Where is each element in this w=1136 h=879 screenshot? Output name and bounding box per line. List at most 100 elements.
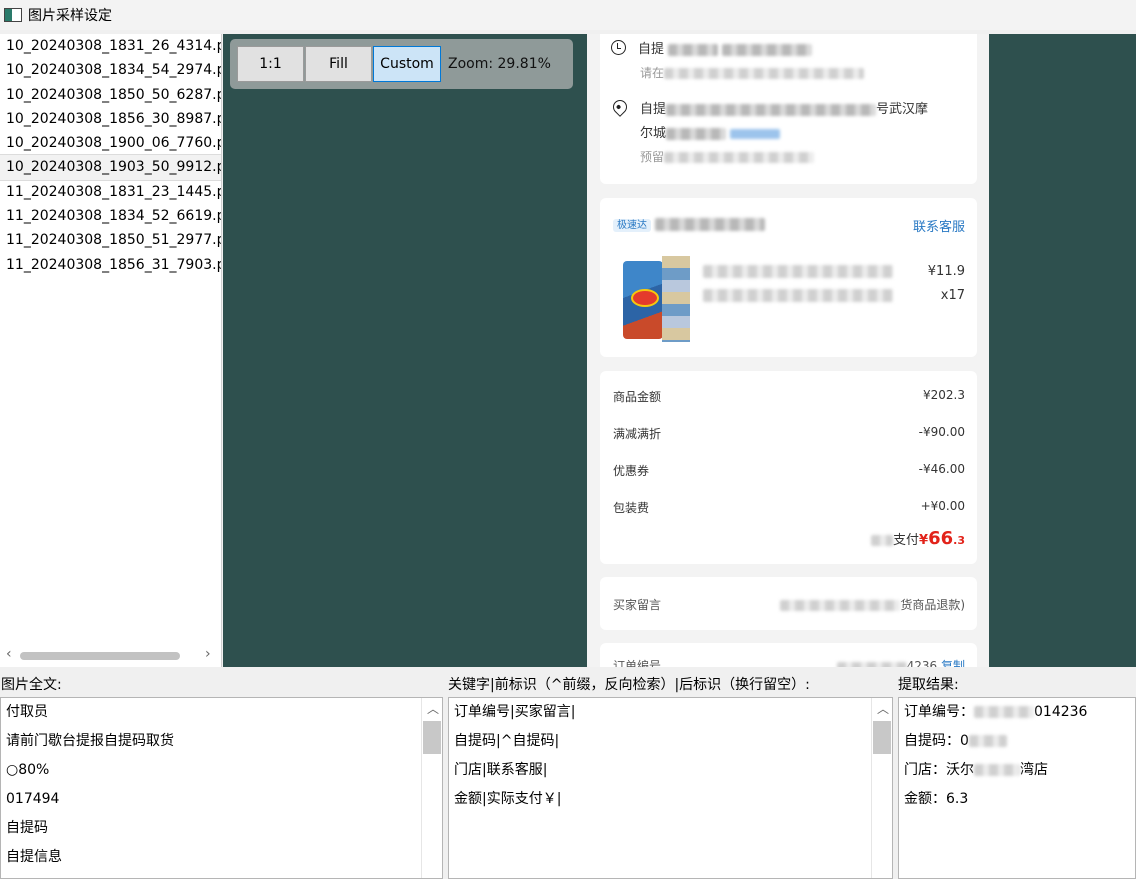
fee-label: 包装费 [613, 501, 650, 515]
fulltext-line: 自提信息 [6, 849, 62, 865]
fulltext-line: 请前门歇台提报自提码取货 [6, 733, 174, 749]
blurred-text [780, 600, 901, 611]
buyer-note-label: 买家留言 [613, 598, 662, 612]
fee-value: +¥0.00 [920, 499, 965, 513]
fulltext-line: 017494 [6, 791, 60, 807]
copy-link[interactable]: 复制 [941, 659, 965, 667]
blurred-product-name [703, 289, 893, 302]
scrollbar-thumb[interactable] [873, 721, 891, 754]
scrollbar-thumb[interactable] [20, 652, 180, 660]
result-store: 门店：沃尔 湾店 [904, 762, 1048, 778]
delivery-tag: 极速达 [613, 219, 651, 232]
keyword-rule-line: 订单编号|买家留言| [454, 704, 576, 720]
results-label: 提取结果: [898, 677, 959, 693]
file-list-item[interactable]: 11_20240308_1831_23_1445.p [0, 180, 221, 204]
fee-row: 优惠券 -¥46.00 [613, 462, 965, 479]
fee-row: 满减满折 -¥90.00 [613, 425, 965, 442]
zoom-level-label: Zoom: 29.81% [448, 56, 551, 72]
result-order-number: 订单编号： 014236 [904, 704, 1088, 720]
product-image [623, 261, 663, 339]
blurred-text [968, 735, 1007, 747]
product-card: 极速达 联系客服 ¥11.9 x17 [600, 198, 977, 357]
fulltext-line: 付取员 [6, 704, 48, 720]
blurred-text [668, 43, 719, 56]
file-list-item[interactable]: 10_20240308_1831_26_4314.p [0, 34, 221, 58]
keywords-textbox[interactable]: 订单编号|买家留言| 自提码|^自提码| 门店|联系客服| 金额|实际支付￥| ︿ [448, 697, 893, 879]
keywords-label: 关键字|前标识（^前缀，反向检索）|后标识（换行留空）: [448, 677, 810, 693]
pixelated-area [662, 256, 690, 342]
reserve-label: 预留 [640, 150, 665, 164]
zoom-custom-button[interactable]: Custom [373, 46, 441, 82]
fulltext-line: ○80% [6, 762, 50, 778]
result-amount: 金额：6.3 [904, 791, 969, 807]
fee-value: -¥46.00 [918, 462, 965, 476]
buyer-note-value: 货商品退款) [900, 598, 965, 612]
blurred-text [664, 152, 815, 163]
keywords-scrollbar[interactable]: ︿ [871, 698, 892, 878]
file-list-item[interactable]: 10_20240308_1903_50_9912.p [0, 154, 221, 181]
fee-card: 商品金额 ¥202.3 满减满折 -¥90.00 优惠券 -¥46.00 包装费 +¥0.00… [600, 371, 977, 564]
fee-label: 商品金额 [613, 390, 662, 404]
item-quantity: x17 [940, 288, 965, 303]
fulltext-scrollbar[interactable]: ︿ [421, 698, 442, 878]
zoom-1-1-button[interactable]: 1:1 [237, 46, 304, 82]
blurred-text [974, 706, 1034, 718]
fee-row: 商品金额 ¥202.3 [613, 388, 965, 405]
keyword-rule-line: 金额|实际支付￥| [454, 791, 562, 807]
blurred-text [836, 661, 907, 667]
blurred-text [664, 68, 865, 79]
image-viewer[interactable]: 1:1 Fill Custom Zoom: 29.81% 自提 请在 自提 号武汉… [223, 34, 1136, 667]
fulltext-textbox[interactable]: 付取员请前门歇台提报自提码取货 ○80% 017494 自提码自提信息自提流程 ︿ [0, 697, 443, 879]
file-list-item[interactable]: 10_20240308_1856_30_8987.p [0, 107, 221, 131]
blurred-text [974, 764, 1020, 776]
fee-value: -¥90.00 [918, 425, 965, 439]
scroll-up-icon[interactable]: ︿ [427, 700, 439, 717]
fee-value: ¥202.3 [923, 388, 965, 402]
fee-label: 满减满折 [613, 427, 662, 441]
blurred-text [871, 535, 894, 546]
order-number-label: 订单编号 [613, 659, 662, 667]
order-number-value: 4236 [906, 659, 938, 667]
scroll-up-icon[interactable]: ︿ [877, 700, 889, 717]
file-list-horizontal-scrollbar[interactable]: ‹ › [0, 643, 221, 667]
scroll-left-icon[interactable]: ‹ [6, 646, 12, 662]
fulltext-line: 自提流程 [1, 872, 442, 878]
blurred-text [666, 103, 877, 116]
title-bar: 图片采样设定 [0, 0, 1136, 30]
file-list-item[interactable]: 11_20240308_1834_52_6619.p [0, 204, 221, 228]
scrollbar-thumb[interactable] [423, 721, 441, 754]
zoom-toolbar: 1:1 Fill Custom Zoom: 29.81% [230, 39, 573, 89]
keyword-rule-line: 自提码|^自提码| [454, 733, 560, 749]
paid-amount: ¥66.3 [919, 528, 965, 549]
result-pickup-code: 自提码：0 [899, 727, 1135, 756]
item-price: ¥11.9 [927, 264, 965, 279]
paid-label: 支付 [893, 533, 920, 548]
file-list-item[interactable]: 10_20240308_1834_54_2974.p [0, 58, 221, 82]
blurred-text [666, 127, 727, 140]
pickup-card: 自提 请在 自提 号武汉摩 尔城 预留 [600, 34, 977, 184]
app-icon [4, 8, 22, 22]
blurred-product-name [703, 265, 893, 278]
file-list-item[interactable]: 11_20240308_1856_31_7903.p [0, 253, 221, 277]
results-textbox[interactable]: 订单编号： 014236 自提码：0 门店：沃尔 湾店 金额：6.3 [898, 697, 1136, 879]
blurred-text [722, 43, 813, 56]
zoom-fill-button[interactable]: Fill [305, 46, 372, 82]
file-list-item[interactable]: 10_20240308_1900_06_7760.p [0, 131, 221, 155]
pickup-time-label: 自提 [638, 42, 665, 57]
contact-service-link[interactable]: 联系客服 [913, 216, 965, 235]
file-list-item[interactable]: 11_20240308_1850_51_2977.p [0, 228, 221, 252]
buyer-note-card: 买家留言 货商品退款) [600, 577, 977, 630]
file-list-item[interactable]: 10_20240308_1850_50_6287.p [0, 83, 221, 107]
blurred-link [730, 128, 781, 139]
fee-label: 优惠券 [613, 464, 650, 478]
file-list[interactable]: 10_20240308_1831_26_4314.p 10_20240308_18… [0, 34, 222, 667]
store-address-line2: 尔城 [640, 126, 667, 141]
window-title: 图片采样设定 [28, 8, 112, 24]
pickup-hint: 请在 [640, 66, 665, 80]
location-pin-icon [610, 97, 630, 117]
clock-icon [611, 40, 626, 55]
scroll-right-icon[interactable]: › [205, 646, 211, 662]
store-address-prefix: 自提 [640, 102, 667, 117]
fulltext-line: 自提码 [6, 820, 48, 836]
fee-row: 包装费 +¥0.00 [613, 499, 965, 516]
